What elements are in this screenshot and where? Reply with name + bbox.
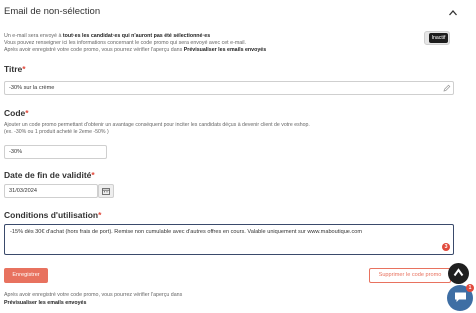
code-value: -30% <box>9 149 23 155</box>
date-value: 31/03/2024 <box>9 188 37 194</box>
desc-bold: tout·es les candidat·es qui n'auront pas… <box>62 33 211 39</box>
desc-text: Un e-mail sera envoyé à <box>4 33 63 39</box>
status-toggle[interactable]: Inactif <box>424 31 450 45</box>
code-help-line: Ajouter un code promo permettant d'obten… <box>4 122 310 128</box>
code-help: Ajouter un code promo permettant d'obten… <box>4 122 374 136</box>
section-header[interactable]: Email de non-sélection <box>4 6 472 20</box>
required-marker: * <box>22 64 26 74</box>
edit-icon[interactable] <box>443 84 451 92</box>
save-button[interactable]: Enregistrer <box>4 268 48 283</box>
titre-label-text: Titre <box>4 64 23 74</box>
chevron-up-icon <box>448 268 469 277</box>
required-marker: * <box>25 108 29 118</box>
code-help-line: (ex. -30% ou 1 produit acheté le 2eme -5… <box>4 129 109 135</box>
toggle-label: Inactif <box>429 33 448 43</box>
desc-text: Après avoir enregistré votre code promo,… <box>4 47 184 54</box>
code-label-text: Code <box>4 108 26 118</box>
section-description: Un e-mail sera envoyé à tout·es les cand… <box>4 33 364 55</box>
footer-note: Après avoir enregistré votre code promo,… <box>4 292 254 307</box>
date-label: Date de fin de validité* <box>4 170 95 180</box>
code-label: Code* <box>4 108 29 118</box>
required-marker: * <box>91 170 95 180</box>
preview-link: Prévisualiser les emails envoyés <box>183 47 267 54</box>
desc-text: Vous pouvez renseigner ici les informati… <box>4 40 247 47</box>
chat-badge: 1 <box>466 284 474 292</box>
conditions-label: Conditions d'utilisation* <box>4 210 101 220</box>
titre-value: -30% sur la crème <box>9 85 55 91</box>
footer-note-text: Après avoir enregistré votre code promo,… <box>4 292 183 298</box>
titre-label: Titre* <box>4 64 26 74</box>
conditions-textarea[interactable]: -15% dès 30€ d'achat (hors frais de port… <box>4 224 454 255</box>
code-input[interactable]: -30% <box>4 145 107 159</box>
date-label-text: Date de fin de validité <box>4 170 92 180</box>
scroll-to-top-button[interactable] <box>448 263 469 284</box>
chat-button[interactable]: 1 <box>447 284 474 311</box>
footer-preview-link: Prévisualiser les emails envoyés <box>4 299 87 306</box>
required-marker: * <box>98 210 102 220</box>
conditions-value: -15% dès 30€ d'achat (hors frais de port… <box>10 229 363 235</box>
section-title: Email de non-sélection <box>4 6 101 17</box>
date-input[interactable]: 31/03/2024 <box>4 184 98 198</box>
calendar-icon <box>99 188 113 195</box>
chevron-up-icon[interactable] <box>448 8 458 18</box>
chat-icon <box>447 291 473 303</box>
error-count-badge[interactable]: 3 <box>442 243 450 251</box>
conditions-label-text: Conditions d'utilisation <box>4 210 99 220</box>
titre-input[interactable]: -30% sur la crème <box>4 81 454 95</box>
calendar-button[interactable] <box>98 184 114 198</box>
delete-promo-button[interactable]: Supprimer le code promo <box>369 268 451 283</box>
